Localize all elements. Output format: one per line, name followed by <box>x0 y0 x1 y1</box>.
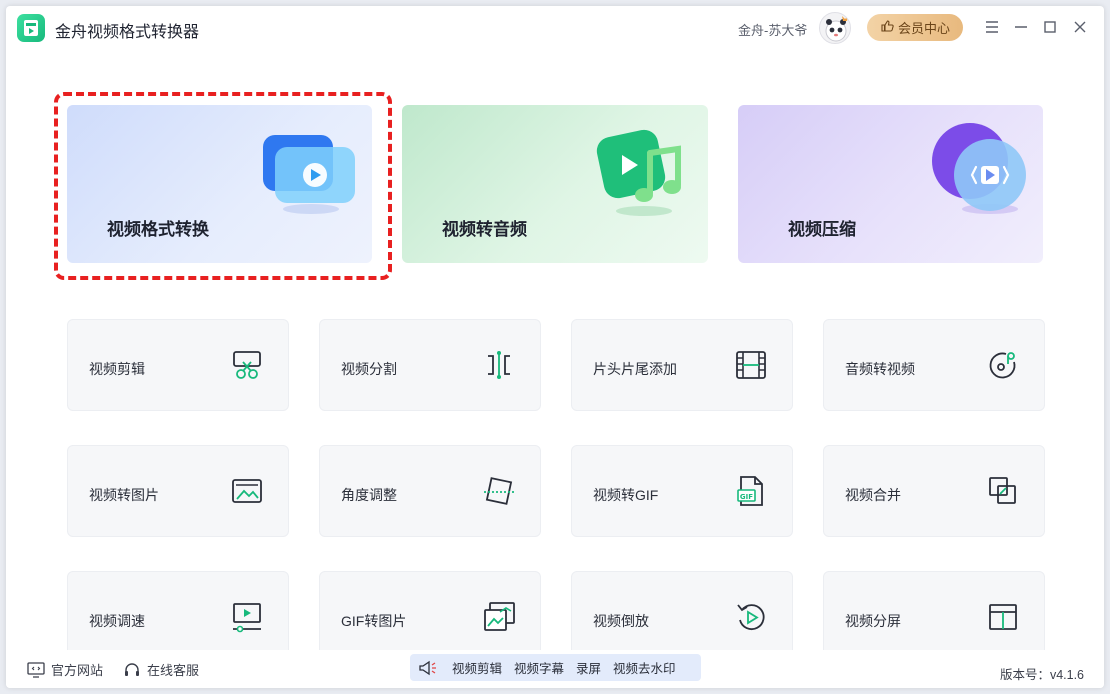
scissors-icon <box>233 351 261 379</box>
video-format-convert-card[interactable]: 视频格式转换 <box>67 105 372 263</box>
tool-audio-to-video[interactable]: 音频转视频 <box>823 319 1045 411</box>
merge-icon <box>989 477 1016 504</box>
tool-label: 视频分割 <box>341 361 397 377</box>
title-bar: 金舟视频格式转换器 金舟-苏大爷 会员中心 <box>6 6 1104 50</box>
tool-video-merge[interactable]: 视频合并 <box>823 445 1045 537</box>
promo-links-bar: 视频剪辑 视频字幕 录屏 视频去水印 <box>410 654 701 681</box>
megaphone-icon <box>419 660 436 675</box>
tool-label: 片头片尾添加 <box>593 361 677 377</box>
monitor-icon <box>27 661 45 678</box>
tool-video-edit[interactable]: 视频剪辑 <box>67 319 289 411</box>
maximize-icon[interactable] <box>1039 16 1061 38</box>
footer-bar: 官方网站 在线客服 视频剪辑 视频字幕 录屏 视频去水印 版本号：v4.1.6 <box>6 650 1104 688</box>
video-to-audio-card[interactable]: 视频转音频 <box>402 105 708 263</box>
vip-center-label: 会员中心 <box>897 21 950 36</box>
gif-file-icon: GIF <box>737 476 763 506</box>
tool-video-to-gif[interactable]: 视频转GIF GIF <box>571 445 793 537</box>
video-to-audio-label: 视频转音频 <box>442 220 527 239</box>
tool-label: 视频转GIF <box>593 487 659 503</box>
rotate-frame-icon <box>484 477 514 505</box>
music-disc-icon <box>989 352 1016 379</box>
promo-link-subtitles[interactable]: 视频字幕 <box>514 658 564 677</box>
avatar[interactable] <box>819 12 851 44</box>
tool-label: GIF转图片 <box>341 613 407 629</box>
video-format-convert-label: 视频格式转换 <box>107 220 209 239</box>
tool-label: 视频转图片 <box>89 487 159 503</box>
close-icon[interactable] <box>1069 16 1091 38</box>
promo-link-watermark-remove[interactable]: 视频去水印 <box>613 658 676 677</box>
headset-icon <box>125 662 139 676</box>
tool-label: 视频倒放 <box>593 613 649 629</box>
tool-video-to-image[interactable]: 视频转图片 <box>67 445 289 537</box>
tool-label: 音频转视频 <box>845 361 915 377</box>
official-website-label: 官方网站 <box>51 663 104 678</box>
video-compress-icon <box>932 123 1026 214</box>
app-logo-icon <box>17 14 45 42</box>
image-icon <box>232 479 262 503</box>
version-label: 版本号：v4.1.6 <box>999 668 1084 682</box>
vip-center-button[interactable]: 会员中心 <box>867 14 963 41</box>
split-screen-icon <box>989 604 1017 630</box>
video-convert-icon <box>263 135 355 214</box>
tool-label: 视频分屏 <box>845 613 901 629</box>
reverse-play-icon <box>737 604 765 630</box>
tool-angle-adjust[interactable]: 角度调整 <box>319 445 541 537</box>
speed-icon <box>233 603 261 633</box>
tool-label: 角度调整 <box>341 487 397 503</box>
promo-link-video-edit[interactable]: 视频剪辑 <box>452 658 502 677</box>
video-compress-label: 视频压缩 <box>788 220 856 239</box>
svg-text:GIF: GIF <box>740 493 753 501</box>
app-title: 金舟视频格式转换器 <box>55 24 200 41</box>
tool-intro-outro[interactable]: 片头片尾添加 <box>571 319 793 411</box>
tool-label: 视频剪辑 <box>89 361 145 377</box>
split-icon <box>488 351 510 379</box>
promo-link-screen-record[interactable]: 录屏 <box>576 658 601 677</box>
video-to-audio-icon <box>596 129 681 216</box>
film-strip-icon <box>736 351 766 379</box>
online-support-link[interactable]: 在线客服 <box>123 660 199 679</box>
user-name[interactable]: 金舟-苏大爷 <box>738 20 807 39</box>
tool-label: 视频调速 <box>89 613 145 629</box>
crown-thumb-icon <box>880 19 894 36</box>
tool-video-split[interactable]: 视频分割 <box>319 319 541 411</box>
official-website-link[interactable]: 官方网站 <box>27 660 103 679</box>
gif-image-icon <box>484 602 515 631</box>
menu-icon[interactable] <box>981 16 1003 38</box>
tool-label: 视频合并 <box>845 487 901 503</box>
online-support-label: 在线客服 <box>147 663 200 678</box>
minimize-icon[interactable] <box>1010 16 1032 38</box>
video-compress-card[interactable]: 视频压缩 <box>738 105 1043 263</box>
app-window: 金舟视频格式转换器 金舟-苏大爷 会员中心 视频格式转换 视频转音频 视频压缩 … <box>6 6 1104 688</box>
